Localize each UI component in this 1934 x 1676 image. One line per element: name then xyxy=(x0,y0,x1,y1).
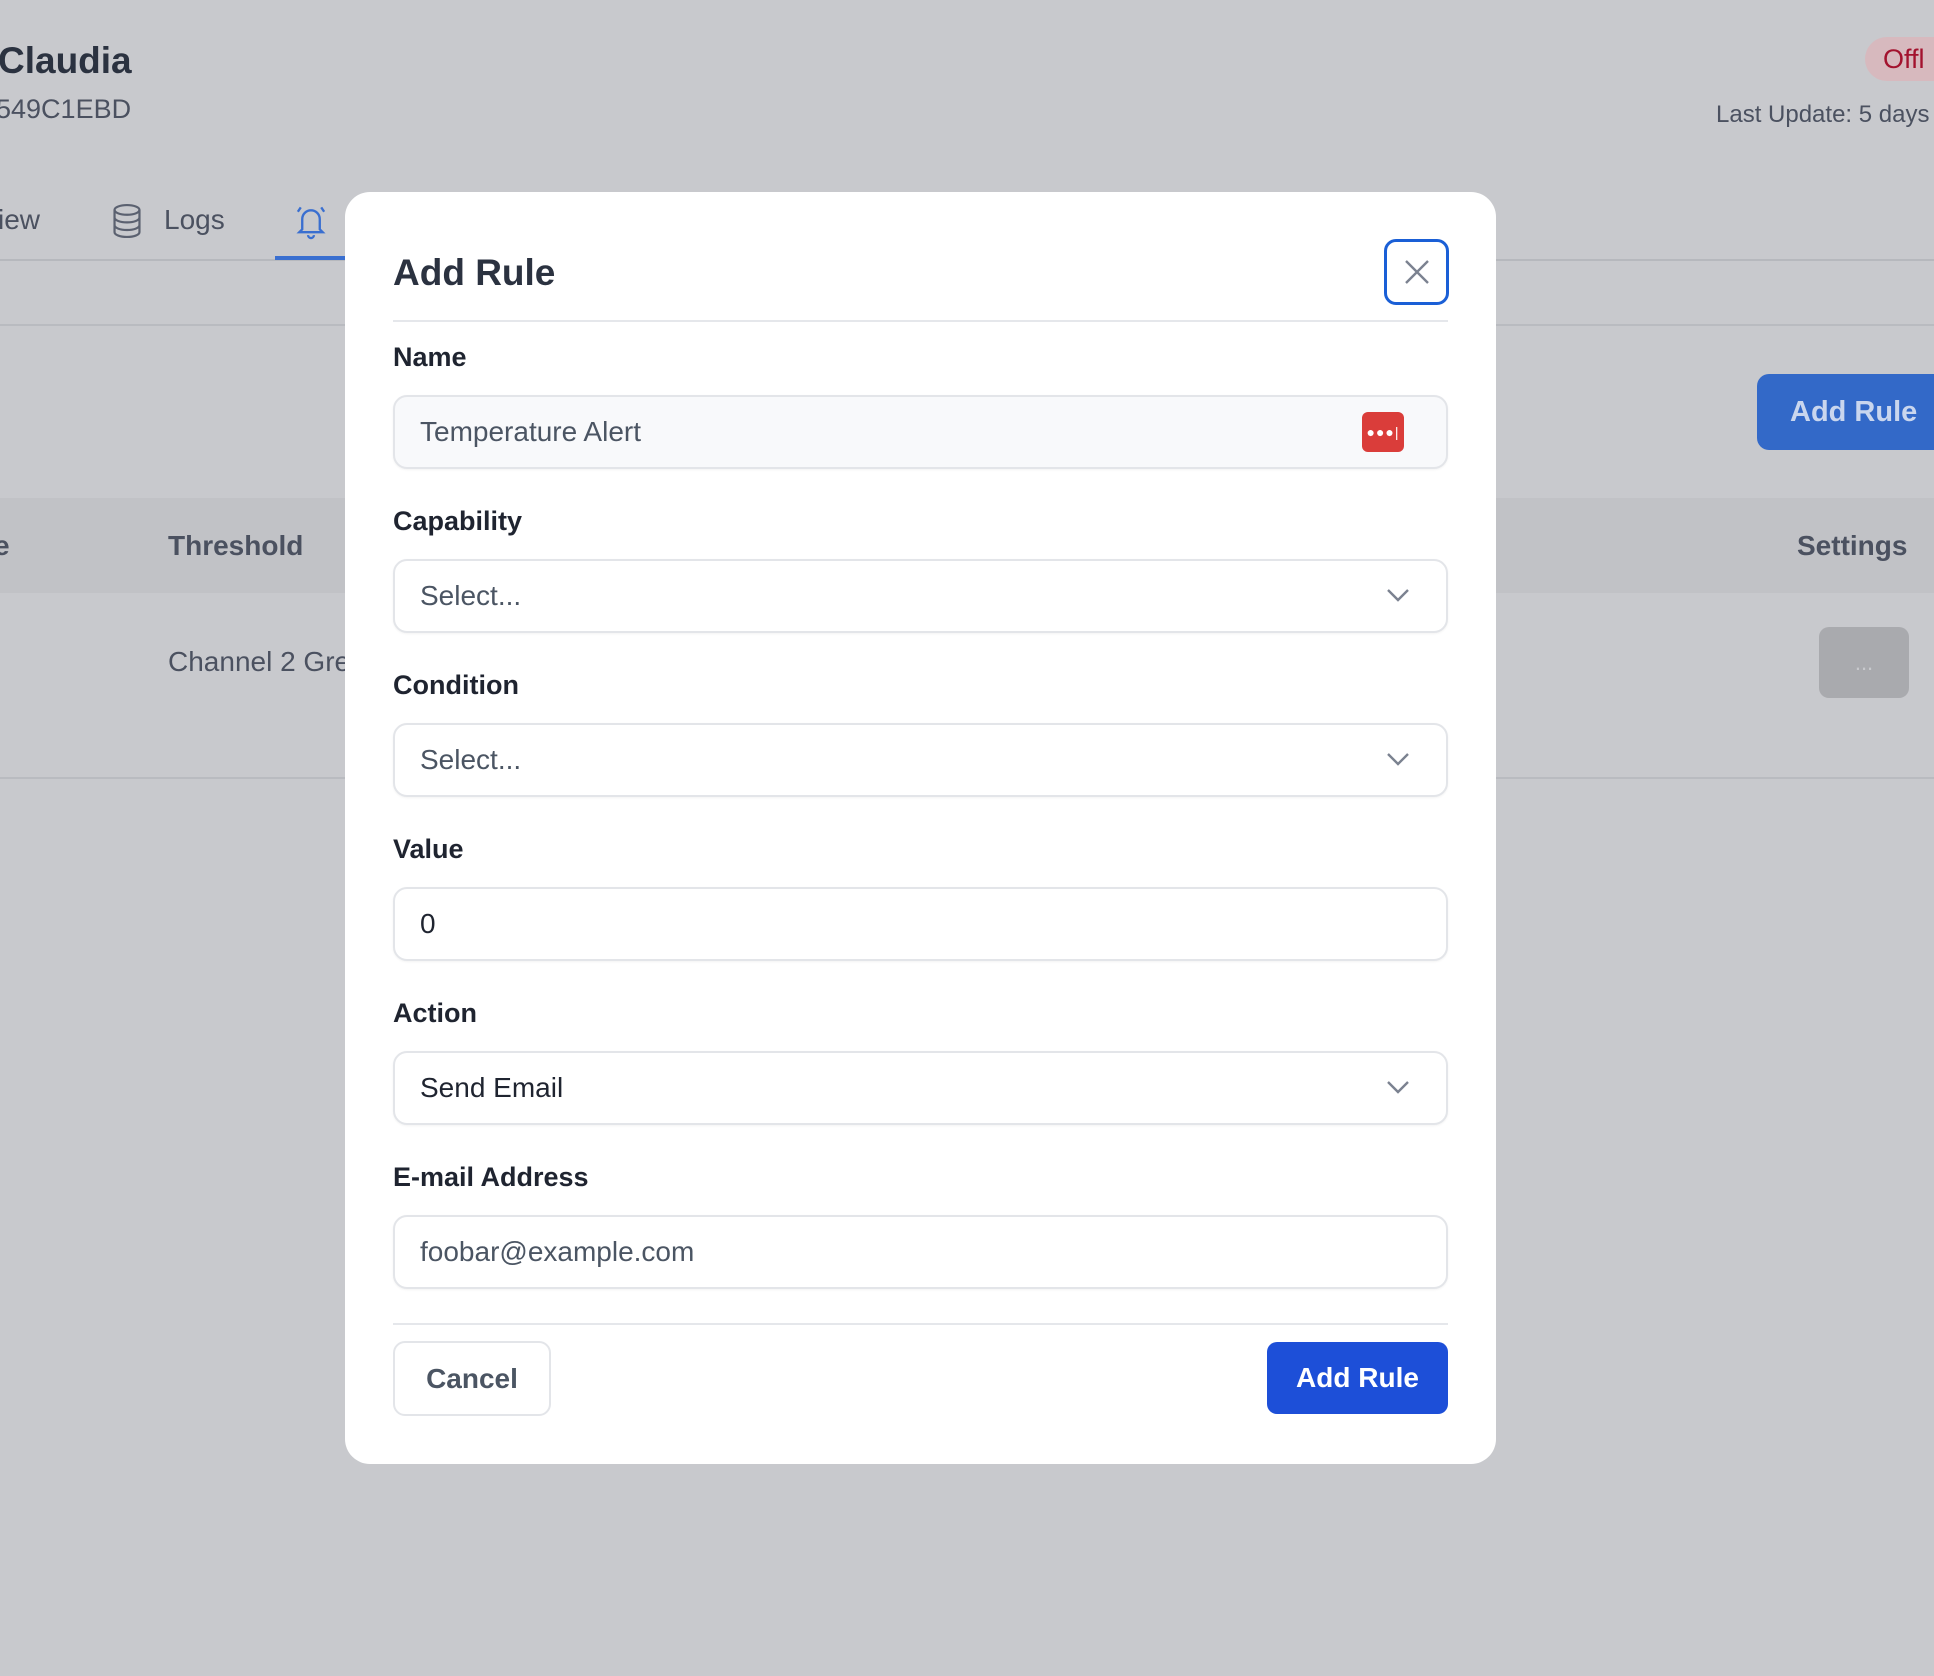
chevron-down-icon xyxy=(1387,1081,1409,1094)
value-label: Value xyxy=(393,834,464,864)
footer-divider xyxy=(393,1323,1448,1325)
add-rule-submit-button[interactable]: Add Rule xyxy=(1267,1342,1448,1414)
capability-value: Select... xyxy=(420,580,522,611)
column-header-threshold: Threshold xyxy=(168,530,304,561)
active-tab-indicator xyxy=(275,256,347,260)
action-label: Action xyxy=(393,998,477,1028)
name-input[interactable]: Temperature Alert ●●●| xyxy=(393,395,1448,469)
condition-select[interactable]: Select... xyxy=(393,723,1448,797)
cancel-button[interactable]: Cancel xyxy=(393,1341,551,1416)
condition-label: Condition xyxy=(393,670,519,700)
column-header-settings: Settings xyxy=(1797,530,1908,561)
action-select[interactable]: Send Email xyxy=(393,1051,1448,1125)
condition-value: Select... xyxy=(420,744,522,775)
status-badge: Offl xyxy=(1865,37,1934,81)
email-input[interactable]: foobar@example.com xyxy=(393,1215,1448,1289)
add-rule-button-background[interactable]: Add Rule xyxy=(1757,374,1934,450)
device-name: Claudia xyxy=(0,40,132,81)
database-icon xyxy=(113,203,141,239)
tab-logs[interactable]: Logs xyxy=(164,204,225,236)
row-settings-button[interactable]: ... xyxy=(1819,627,1909,698)
bell-icon[interactable] xyxy=(293,203,329,241)
email-label: E-mail Address xyxy=(393,1162,589,1192)
column-header: e xyxy=(0,530,10,561)
close-icon xyxy=(1404,260,1429,284)
header-divider xyxy=(393,320,1448,322)
value-input[interactable]: 0 xyxy=(393,887,1448,961)
name-value: Temperature Alert xyxy=(420,416,641,447)
action-value: Send Email xyxy=(420,1072,564,1103)
device-id: 549C1EBD xyxy=(0,94,132,124)
last-update: Last Update: 5 days xyxy=(1716,101,1930,128)
modal-title: Add Rule xyxy=(393,252,556,293)
capability-label: Capability xyxy=(393,506,523,536)
tab-overview[interactable]: iew xyxy=(0,204,40,236)
chevron-down-icon xyxy=(1387,753,1409,766)
close-button[interactable] xyxy=(1384,239,1449,305)
password-manager-icon[interactable]: ●●●| xyxy=(1362,412,1404,452)
add-rule-modal: Add Rule Name Temperature Alert ●●●| Cap… xyxy=(345,192,1496,1464)
name-label: Name xyxy=(393,342,467,372)
chevron-down-icon xyxy=(1387,589,1409,602)
capability-select[interactable]: Select... xyxy=(393,559,1448,633)
value-text: 0 xyxy=(420,908,436,939)
table-cell-threshold: Channel 2 Gre xyxy=(168,646,351,677)
email-placeholder: foobar@example.com xyxy=(420,1236,695,1267)
